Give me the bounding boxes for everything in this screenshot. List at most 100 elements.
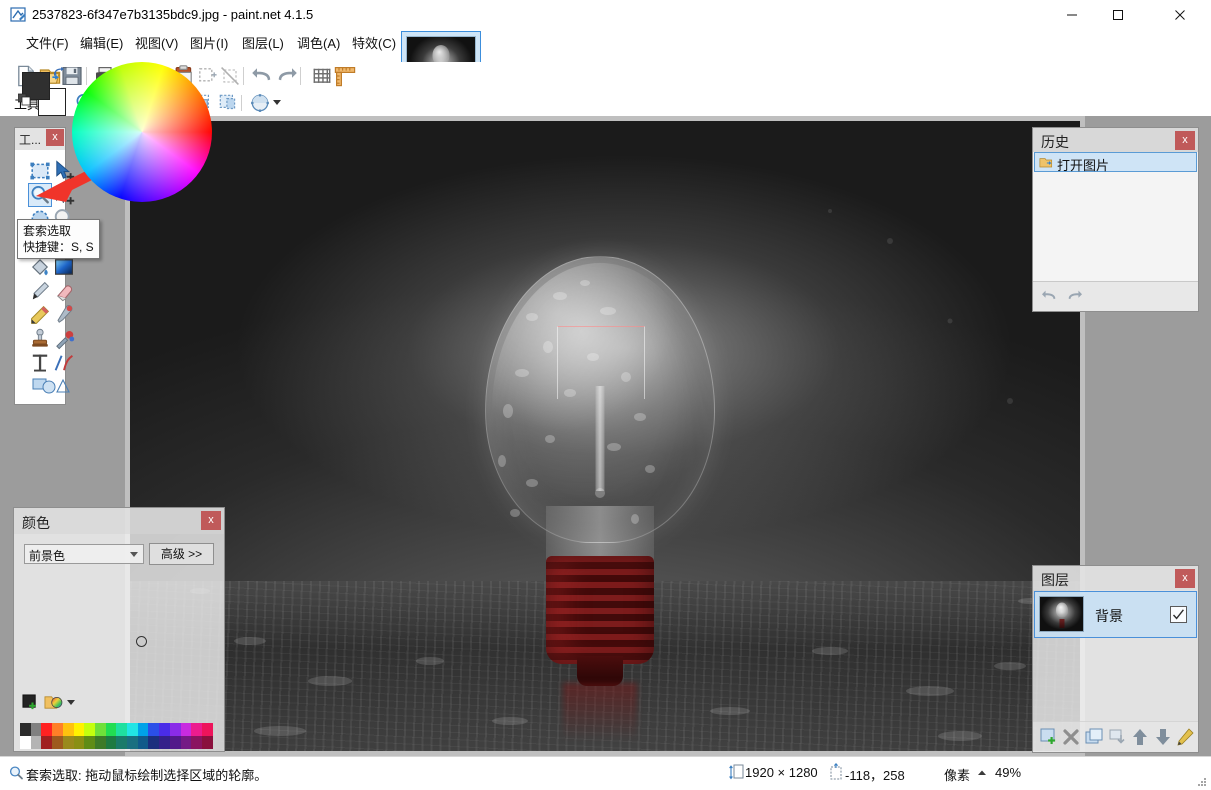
move-layer-up-button[interactable] (1130, 727, 1150, 747)
palette-swatch[interactable] (148, 723, 160, 736)
paintbrush-tool[interactable] (28, 279, 52, 303)
palette-swatch[interactable] (105, 736, 117, 749)
open-palette-icon[interactable] (44, 693, 63, 712)
history-item-open-image[interactable]: 打开图片 (1034, 152, 1197, 173)
palette-swatch[interactable] (127, 736, 138, 749)
menu-adjustments[interactable]: 调色(A) (289, 30, 348, 58)
close-button[interactable] (1157, 0, 1203, 30)
add-layer-button[interactable] (1039, 727, 1059, 747)
palette-dropdown-caret-icon[interactable] (67, 700, 75, 705)
pixel-grid-button[interactable] (310, 64, 334, 88)
antialiasing-icon[interactable] (249, 92, 271, 114)
add-color-icon[interactable] (22, 694, 39, 711)
palette-swatch[interactable] (137, 736, 149, 749)
palette-swatch[interactable] (201, 736, 213, 749)
palette-swatch[interactable] (116, 723, 128, 736)
tools-panel-titlebar[interactable]: 工... x (15, 128, 65, 150)
palette-swatch[interactable] (169, 736, 181, 749)
menu-edit[interactable]: 编辑(E) (72, 30, 131, 58)
layer-visibility-checkbox[interactable] (1170, 606, 1187, 623)
selection-mode-intersect[interactable] (217, 92, 239, 114)
palette-swatch[interactable] (116, 736, 128, 749)
palette-swatch[interactable] (62, 723, 74, 736)
menu-effects[interactable]: 特效(C) (344, 30, 404, 58)
palette-swatch[interactable] (148, 736, 160, 749)
minimize-button[interactable] (1049, 0, 1095, 30)
delete-layer-button[interactable] (1061, 727, 1081, 747)
move-selection-tool[interactable] (52, 183, 76, 207)
color-mode-select[interactable]: 前景色 (24, 544, 144, 564)
history-undo-button[interactable] (1041, 288, 1059, 304)
move-selected-tool[interactable] (52, 159, 76, 183)
palette-swatch[interactable] (191, 723, 203, 736)
palette-swatch[interactable] (159, 723, 171, 736)
palette-swatch[interactable] (41, 723, 53, 736)
color-wheel[interactable] (72, 62, 212, 202)
palette-swatch[interactable] (105, 723, 117, 736)
palette-swatch[interactable] (73, 736, 85, 749)
palette-swatch[interactable] (169, 723, 181, 736)
palette-swatch[interactable] (94, 723, 106, 736)
palette-swatch[interactable] (84, 723, 96, 736)
menu-layers[interactable]: 图层(L) (234, 30, 292, 58)
move-layer-down-button[interactable] (1153, 727, 1173, 747)
palette-swatch[interactable] (94, 736, 106, 749)
history-list[interactable]: 打开图片 (1033, 152, 1198, 282)
redo-button[interactable] (274, 64, 298, 88)
menu-file[interactable]: 文件(F) (18, 30, 77, 58)
palette-swatch[interactable] (201, 723, 213, 736)
color-wheel-selector[interactable] (136, 636, 147, 647)
colors-panel-close-button[interactable]: x (201, 511, 221, 530)
line-curve-tool[interactable] (52, 351, 76, 375)
color-picker-tool[interactable] (52, 303, 76, 327)
layers-panel-titlebar[interactable]: 图层 x (1033, 566, 1198, 590)
deselect-all-button[interactable] (218, 64, 242, 88)
palette-swatch[interactable] (180, 723, 192, 736)
shapes-tool[interactable] (28, 375, 76, 399)
menu-view[interactable]: 视图(V) (127, 30, 186, 58)
palette-swatch[interactable] (52, 736, 64, 749)
resize-grip-icon[interactable] (1197, 777, 1207, 787)
layer-row[interactable]: 背景 (1034, 591, 1197, 638)
recolor-tool[interactable] (52, 327, 76, 351)
palette-swatch[interactable] (52, 723, 64, 736)
palette-swatch[interactable] (84, 736, 96, 749)
lasso-select-tool[interactable] (28, 183, 52, 207)
history-redo-button[interactable] (1065, 288, 1083, 304)
palette-swatch[interactable] (41, 736, 53, 749)
image-canvas[interactable] (130, 121, 1080, 751)
swap-colors-icon[interactable] (53, 66, 65, 78)
palette-swatch[interactable] (20, 736, 31, 749)
palette-swatch[interactable] (62, 736, 74, 749)
palette-swatch[interactable] (30, 723, 42, 736)
text-tool[interactable] (28, 351, 52, 375)
eraser-tool[interactable] (52, 279, 76, 303)
rulers-button[interactable] (333, 64, 357, 88)
rectangle-select-tool[interactable] (28, 159, 52, 183)
palette-swatch[interactable] (159, 736, 171, 749)
palette-swatch[interactable] (30, 736, 42, 749)
layers-list[interactable]: 背景 (1033, 590, 1198, 705)
palette-swatch[interactable] (127, 723, 138, 736)
reset-colors-icon[interactable] (18, 92, 32, 106)
palette-swatch[interactable] (180, 736, 192, 749)
units-label[interactable]: 像素 (944, 765, 970, 784)
antialias-dropdown-caret-icon[interactable] (273, 100, 281, 105)
crop-to-selection-button[interactable] (195, 64, 219, 88)
pencil-tool[interactable] (28, 303, 52, 327)
advanced-colors-button[interactable]: 高级 >> (149, 543, 214, 565)
palette-swatch[interactable] (137, 723, 149, 736)
palette-swatch[interactable] (20, 723, 31, 736)
layers-panel-close-button[interactable]: x (1175, 569, 1195, 588)
layer-properties-button[interactable] (1175, 727, 1195, 747)
menu-image[interactable]: 图片(I) (182, 30, 236, 58)
chevron-up-icon[interactable] (977, 769, 987, 777)
palette-swatch[interactable] (73, 723, 85, 736)
palette-swatch[interactable] (191, 736, 203, 749)
maximize-button[interactable] (1095, 0, 1141, 30)
duplicate-layer-button[interactable] (1084, 727, 1104, 747)
colors-panel-titlebar[interactable]: 颜色 x (14, 508, 224, 534)
history-panel-titlebar[interactable]: 历史 x (1033, 128, 1198, 152)
tools-panel-close-button[interactable]: x (46, 129, 64, 146)
history-panel-close-button[interactable]: x (1175, 131, 1195, 150)
